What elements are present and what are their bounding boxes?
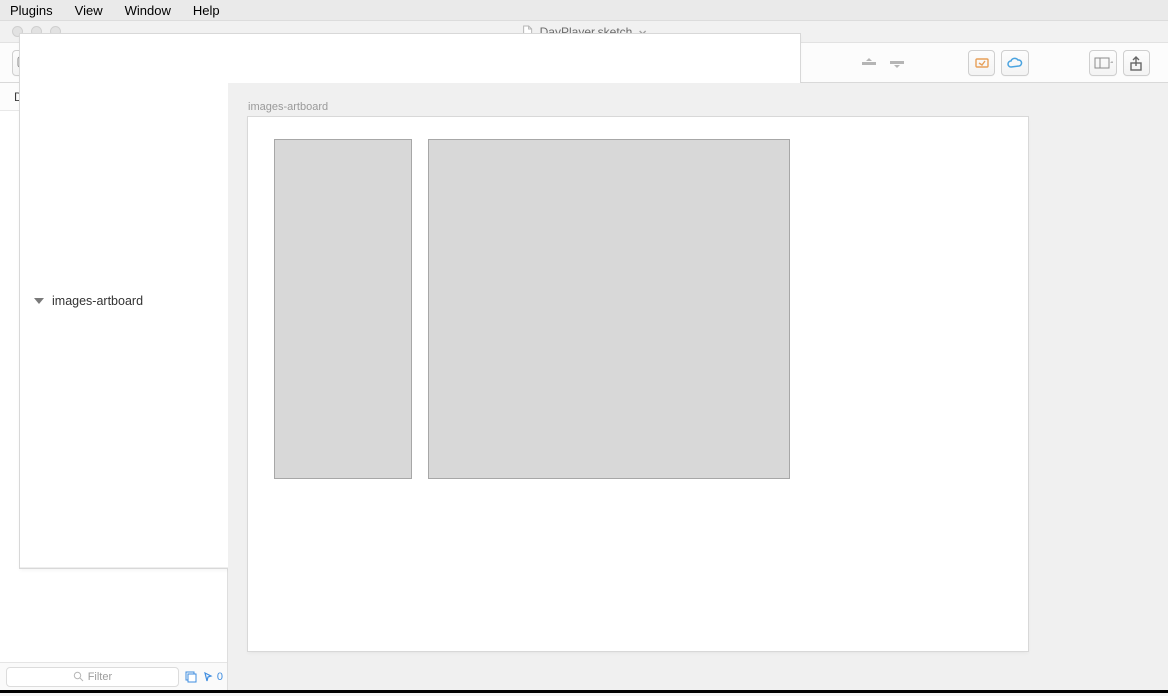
menu-help[interactable]: Help <box>193 3 220 18</box>
export-button[interactable] <box>1123 50 1150 76</box>
canvas-rectangle-1[interactable] <box>274 139 412 479</box>
forward-button[interactable] <box>858 50 880 76</box>
slice-count[interactable] <box>185 671 197 683</box>
layer-filter-input[interactable]: Filter <box>6 667 179 687</box>
sidebar-footer: Filter 0 <box>0 662 227 690</box>
cloud-button[interactable] <box>1001 50 1028 76</box>
filter-placeholder: Filter <box>88 671 112 683</box>
menu-plugins[interactable]: Plugins <box>10 3 53 18</box>
layer-list: images-artboard Rectangle Rectangle 2 <box>0 111 227 662</box>
main-content: DayPlayer Demo images-artboard Rectangle… <box>0 83 1168 693</box>
menu-window[interactable]: Window <box>125 3 171 18</box>
canvas-rectangle-2[interactable] <box>428 139 790 479</box>
artboard-label[interactable]: images-artboard <box>248 101 328 113</box>
os-menubar: Plugins View Window Help <box>0 0 1168 21</box>
menu-view[interactable]: View <box>75 3 103 18</box>
mirror-button[interactable] <box>968 50 995 76</box>
disclosure-down-icon[interactable] <box>34 298 44 304</box>
artboard[interactable] <box>248 117 1028 651</box>
layers-sidebar: DayPlayer Demo images-artboard Rectangle… <box>0 83 228 690</box>
backward-button[interactable] <box>886 50 908 76</box>
layer-artboard-name: images-artboard <box>52 294 143 308</box>
layer-artboard[interactable]: images-artboard <box>20 111 227 568</box>
view-button[interactable] <box>1089 50 1116 76</box>
canvas[interactable]: images-artboard <box>228 83 1168 690</box>
export-count-value: 0 <box>217 671 223 683</box>
export-count[interactable]: 0 <box>203 671 223 683</box>
